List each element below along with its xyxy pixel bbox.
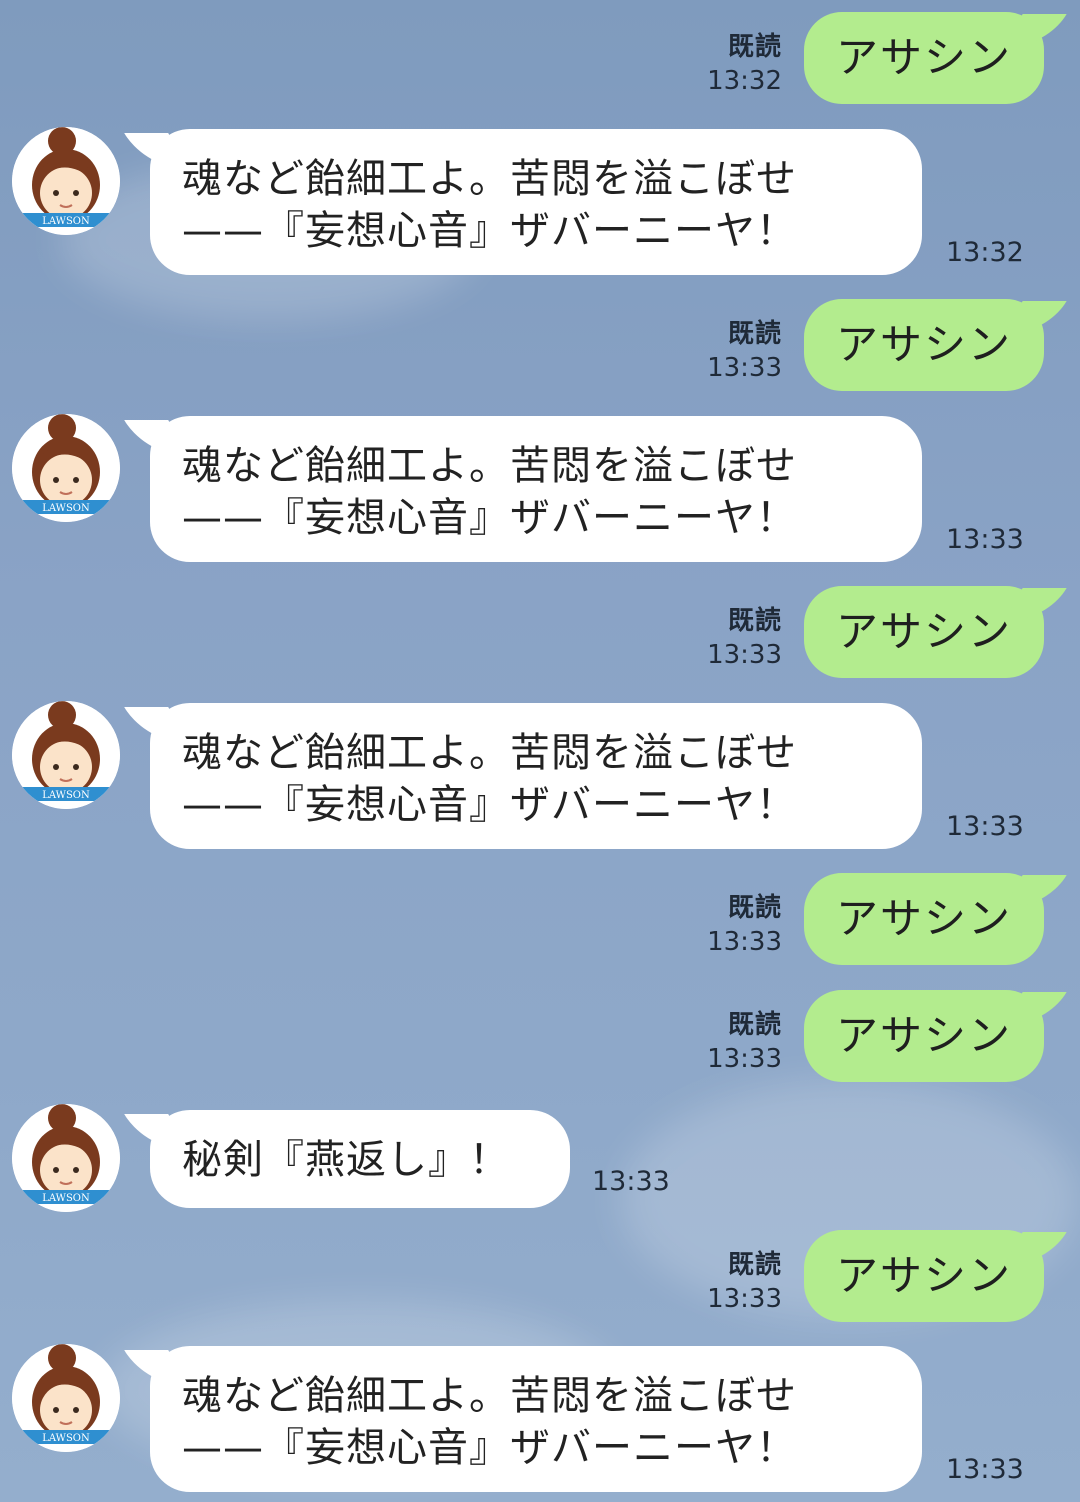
message-line: 魂など飴細工よ。苦悶を溢こぼせ [182,443,797,489]
incoming-bubble[interactable]: 魂など飴細工よ。苦悶を溢こぼせ ——『妄想心音』ザバーニーヤ！ [150,416,922,562]
avatar-label: LAWSON [42,1193,90,1204]
message-meta: 既読 13:33 [690,1008,782,1076]
message-time: 13:33 [707,353,782,383]
message-line: ——『妄想心音』ザバーニーヤ！ [182,495,797,541]
avatar[interactable]: LAWSON [12,414,120,522]
message-line: ——『妄想心音』ザバーニーヤ！ [182,782,797,828]
message-time: 13:33 [707,1044,782,1074]
outgoing-bubble[interactable]: アサシン [804,990,1044,1082]
avatar-label: LAWSON [42,503,90,514]
read-receipt: 既読 [727,319,782,349]
incoming-message: LAWSON 魂など飴細工よ。苦悶を溢こぼせ ——『妄想心音』ザバーニーヤ！ 1… [0,412,1080,567]
incoming-bubble[interactable]: 魂など飴細工よ。苦悶を溢こぼせ ——『妄想心音』ザバーニーヤ！ [150,703,922,849]
avatar-label: LAWSON [42,790,90,801]
avatar-label: LAWSON [42,216,90,227]
outgoing-message: 既読 13:33 アサシン [0,873,1080,968]
avatar-girl-icon: LAWSON [12,1104,120,1212]
outgoing-message: 既読 13:33 アサシン [0,1230,1080,1325]
message-line: ——『妄想心音』ザバーニーヤ！ [182,1425,797,1471]
outgoing-bubble[interactable]: アサシン [804,12,1044,104]
message-meta: 既読 13:33 [690,317,782,385]
message-line: 魂など飴細工よ。苦悶を溢こぼせ [182,1373,797,1419]
message-time: 13:33 [707,1284,782,1314]
avatar-girl-icon: LAWSON [12,414,120,522]
message-meta: 既読 13:33 [690,1248,782,1316]
read-receipt: 既読 [727,606,782,636]
message-meta: 既読 13:33 [690,891,782,959]
outgoing-bubble[interactable]: アサシン [804,873,1044,965]
incoming-message: LAWSON 秘剣『燕返し』！ 13:33 [0,1104,1080,1214]
avatar[interactable]: LAWSON [12,1344,120,1452]
message-time: 13:33 [946,524,1024,555]
outgoing-message: 既読 13:33 アサシン [0,990,1080,1085]
avatar-girl-icon: LAWSON [12,1344,120,1452]
avatar[interactable]: LAWSON [12,1104,120,1212]
message-meta: 既読 13:32 [690,30,782,98]
message-time: 13:33 [707,640,782,670]
message-line: 秘剣『燕返し』！ [182,1137,510,1183]
incoming-message: LAWSON 魂など飴細工よ。苦悶を溢こぼせ ——『妄想心音』ザバーニーヤ！ 1… [0,125,1080,280]
message-line: ——『妄想心音』ザバーニーヤ！ [182,208,797,254]
incoming-message: LAWSON 魂など飴細工よ。苦悶を溢こぼせ ——『妄想心音』ザバーニーヤ！ 1… [0,1342,1080,1497]
message-time: 13:33 [946,811,1024,842]
avatar[interactable]: LAWSON [12,127,120,235]
incoming-bubble[interactable]: 秘剣『燕返し』！ [150,1110,570,1208]
message-time: 13:33 [592,1166,670,1197]
message-line: 魂など飴細工よ。苦悶を溢こぼせ [182,156,797,202]
message-time: 13:32 [707,66,782,96]
outgoing-bubble[interactable]: アサシン [804,586,1044,678]
incoming-bubble[interactable]: 魂など飴細工よ。苦悶を溢こぼせ ——『妄想心音』ザバーニーヤ！ [150,129,922,275]
avatar-girl-icon: LAWSON [12,127,120,235]
incoming-message: LAWSON 魂など飴細工よ。苦悶を溢こぼせ ——『妄想心音』ザバーニーヤ！ 1… [0,699,1080,854]
outgoing-message: 既読 13:32 アサシン [0,12,1080,107]
message-meta: 既読 13:33 [690,604,782,672]
message-time: 13:33 [946,1454,1024,1485]
avatar-girl-icon: LAWSON [12,701,120,809]
avatar[interactable]: LAWSON [12,701,120,809]
read-receipt: 既読 [727,32,782,62]
incoming-bubble[interactable]: 魂など飴細工よ。苦悶を溢こぼせ ——『妄想心音』ザバーニーヤ！ [150,1346,922,1492]
message-time: 13:33 [707,927,782,957]
message-time: 13:32 [946,237,1024,268]
outgoing-message: 既読 13:33 アサシン [0,299,1080,394]
outgoing-bubble[interactable]: アサシン [804,299,1044,391]
message-line: 魂など飴細工よ。苦悶を溢こぼせ [182,730,797,776]
avatar-label: LAWSON [42,1433,90,1444]
read-receipt: 既読 [727,1250,782,1280]
read-receipt: 既読 [727,1010,782,1040]
outgoing-message: 既読 13:33 アサシン [0,586,1080,681]
outgoing-bubble[interactable]: アサシン [804,1230,1044,1322]
read-receipt: 既読 [727,893,782,923]
